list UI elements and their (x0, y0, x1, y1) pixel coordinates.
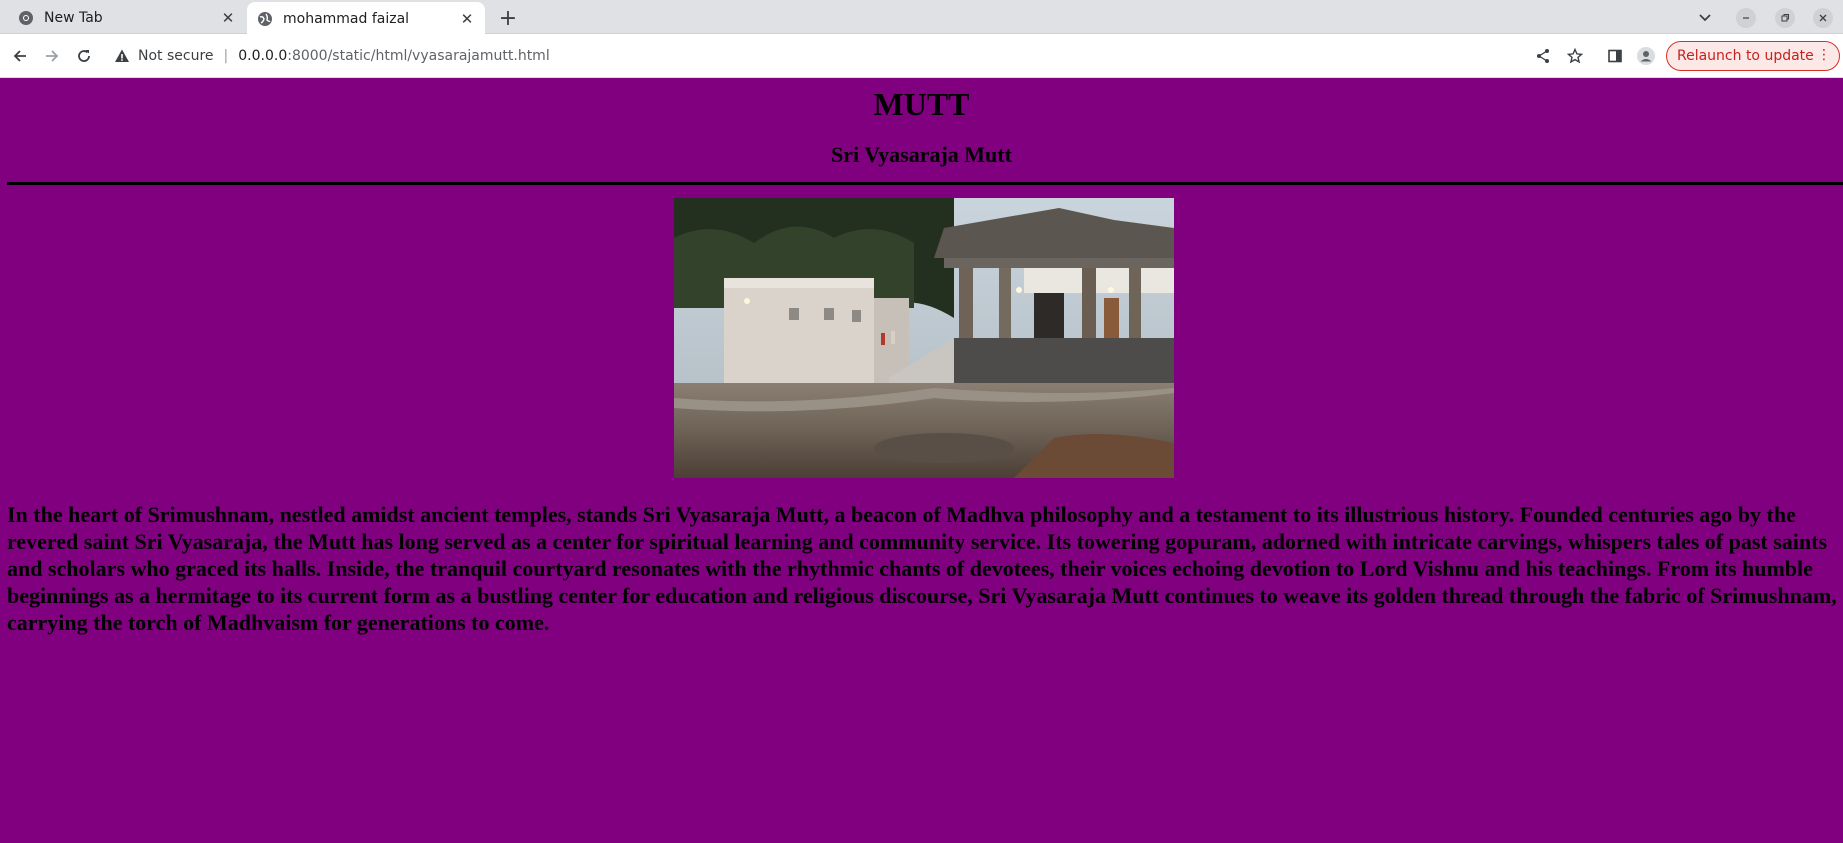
tab-label: mohammad faizal (283, 10, 410, 27)
page-content: MUTT Sri Vyasaraja Mutt In the heart of … (0, 78, 1843, 843)
minimize-icon[interactable] (1736, 8, 1756, 28)
divider: | (223, 48, 229, 64)
tab-strip: New Tab ✕ mohammad faizal ✕ + (0, 0, 1843, 35)
page-subtitle: Sri Vyasaraja Mutt (831, 142, 1012, 167)
close-icon[interactable]: ✕ (220, 9, 236, 27)
page-title: MUTT (873, 86, 970, 122)
more-menu-icon[interactable]: ⋮ (1817, 47, 1831, 63)
horizontal-rule (7, 182, 1843, 185)
security-label[interactable]: Not secure (138, 48, 214, 64)
side-panel-icon[interactable] (1601, 42, 1629, 70)
forward-arrow-icon[interactable] (38, 42, 66, 70)
chrome-icon (18, 10, 34, 26)
close-window-icon[interactable] (1813, 8, 1833, 28)
bookmark-star-icon[interactable] (1561, 42, 1589, 70)
relaunch-label: Relaunch to update (1677, 48, 1814, 64)
new-tab-button[interactable]: + (496, 6, 520, 31)
url-path: :8000/static/html/vyasarajamutt.html (287, 48, 550, 64)
relaunch-button[interactable]: Relaunch to update ⋮ (1666, 41, 1840, 71)
tab-new-tab[interactable]: New Tab ✕ (8, 2, 246, 34)
description-paragraph: In the heart of Srimushnam, nestled amid… (7, 502, 1837, 635)
reload-icon[interactable] (70, 42, 98, 70)
share-icon[interactable] (1529, 42, 1557, 70)
address-bar[interactable]: Not secure | 0.0.0.0:8000/static/html/vy… (104, 40, 1664, 72)
tab-search-chevron-down-icon[interactable] (1695, 8, 1715, 28)
mutt-photo (674, 198, 1174, 478)
profile-avatar-icon[interactable] (1632, 42, 1660, 70)
browser-toolbar: Not secure | 0.0.0.0:8000/static/html/vy… (0, 34, 1843, 78)
close-icon[interactable]: ✕ (459, 10, 475, 28)
tab-mohammad-faizal[interactable]: mohammad faizal ✕ (247, 2, 485, 35)
globe-icon (257, 11, 273, 27)
restore-icon[interactable] (1775, 8, 1795, 28)
tab-label: New Tab (44, 10, 103, 26)
url-host: 0.0.0.0 (238, 48, 288, 64)
warning-icon[interactable] (114, 48, 130, 64)
back-arrow-icon[interactable] (6, 42, 34, 70)
